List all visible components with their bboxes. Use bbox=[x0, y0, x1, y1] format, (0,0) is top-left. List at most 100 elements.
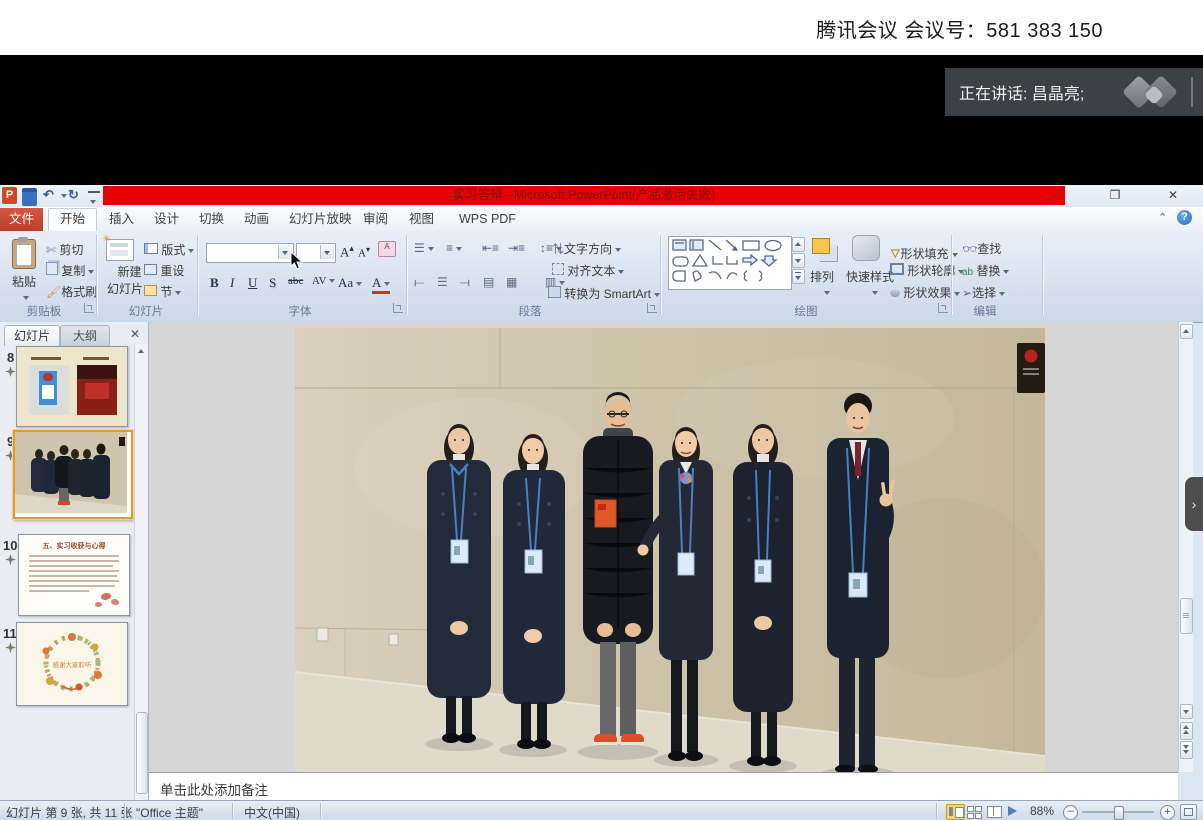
strikethrough-button[interactable]: abc bbox=[288, 275, 303, 287]
shape-effects-button[interactable]: 形状效果 bbox=[890, 284, 960, 301]
bold-button[interactable]: B bbox=[210, 275, 219, 291]
panel-scroll-up-icon[interactable] bbox=[138, 349, 144, 353]
increase-indent-button[interactable]: ⇥≡ bbox=[508, 241, 525, 255]
grow-font-button[interactable]: A▴ bbox=[340, 243, 354, 260]
panel-close-icon[interactable]: ✕ bbox=[130, 327, 140, 341]
shrink-font-button[interactable]: A▾ bbox=[358, 245, 370, 260]
shape-outline-button[interactable]: 形状轮廓 bbox=[890, 262, 964, 279]
find-button[interactable]: 👓︎查找 bbox=[962, 240, 1001, 257]
language-indicator[interactable]: 中文(中国) bbox=[244, 804, 300, 820]
meeting-panel-toggle[interactable]: › bbox=[1185, 477, 1203, 531]
maximize-button[interactable]: ❐ bbox=[1100, 187, 1130, 204]
animation-star-icon[interactable] bbox=[5, 554, 16, 565]
reading-view-button[interactable] bbox=[986, 804, 1003, 818]
tab-view[interactable]: 视图 bbox=[398, 208, 445, 231]
slide-canvas[interactable] bbox=[149, 322, 1178, 772]
shapes-more-button[interactable] bbox=[792, 269, 805, 284]
shapes-scroll-up[interactable] bbox=[792, 237, 805, 252]
minimize-button[interactable]: – bbox=[1040, 187, 1070, 204]
align-right-button[interactable]: ⟞ bbox=[460, 275, 470, 290]
undo-dropdown[interactable] bbox=[58, 187, 67, 204]
bullets-button[interactable]: ☰ bbox=[414, 241, 434, 255]
font-dialog-launcher[interactable] bbox=[393, 303, 403, 313]
quick-styles-button[interactable]: 快速样式 bbox=[846, 268, 894, 299]
normal-view-button[interactable] bbox=[946, 804, 965, 820]
fit-to-window-button[interactable] bbox=[1180, 804, 1197, 820]
redo-button[interactable]: ↻ bbox=[68, 187, 84, 204]
tab-insert[interactable]: 插入 bbox=[98, 208, 145, 231]
theme-name[interactable]: "Office 主题" bbox=[136, 804, 203, 820]
justify-button[interactable]: ▤ bbox=[483, 275, 494, 289]
text-direction-button[interactable]: ⇅文字方向 bbox=[552, 240, 621, 257]
panel-scrollbar[interactable] bbox=[134, 344, 148, 800]
decrease-indent-button[interactable]: ⇤≡ bbox=[482, 241, 499, 255]
tab-file[interactable]: 文件 bbox=[0, 208, 43, 231]
select-arrow-icon: ➢ bbox=[962, 286, 972, 300]
clipboard-dialog-launcher[interactable] bbox=[84, 303, 94, 313]
zoom-in-button[interactable]: + bbox=[1160, 805, 1175, 820]
tab-review[interactable]: 审阅 bbox=[352, 208, 399, 231]
numbering-button[interactable]: ≡ bbox=[446, 241, 462, 255]
zoom-slider-thumb[interactable] bbox=[1114, 806, 1124, 820]
char-spacing-button[interactable]: AV bbox=[312, 275, 335, 287]
distributed-button[interactable]: ▦ bbox=[506, 275, 517, 289]
close-button[interactable]: ✕ bbox=[1158, 187, 1188, 204]
slide-sorter-view-button[interactable] bbox=[966, 804, 983, 818]
select-button[interactable]: ➢选择 bbox=[962, 284, 1005, 301]
font-color-button[interactable]: A bbox=[372, 275, 390, 294]
panel-tab-outline[interactable]: 大纲 bbox=[60, 325, 110, 347]
format-painter-button[interactable]: 🖌︎格式刷 bbox=[46, 283, 97, 300]
italic-button[interactable]: I bbox=[230, 275, 234, 291]
slide-10-thumbnail[interactable]: 五、实习收获与心得 bbox=[18, 534, 130, 616]
animation-star-icon[interactable] bbox=[5, 366, 16, 377]
copy-button[interactable]: 复制 bbox=[46, 262, 94, 279]
font-name-combo[interactable] bbox=[206, 243, 294, 263]
section-button[interactable]: 节 bbox=[144, 283, 181, 300]
underline-button[interactable]: U bbox=[248, 275, 257, 291]
chevron-down-icon[interactable] bbox=[320, 245, 334, 259]
save-button[interactable] bbox=[22, 188, 37, 206]
notes-pane[interactable]: 单击此处添加备注 bbox=[149, 772, 1178, 801]
zoom-percentage[interactable]: 88% bbox=[1030, 804, 1054, 818]
panel-scroll-thumb[interactable] bbox=[136, 712, 148, 794]
shapes-gallery[interactable] bbox=[668, 236, 792, 290]
canvas-scrollbar[interactable] bbox=[1178, 322, 1193, 772]
replace-button[interactable]: ab 替换 bbox=[962, 262, 1009, 279]
next-slide-button[interactable] bbox=[1180, 741, 1193, 759]
clear-formatting-icon[interactable]: A bbox=[378, 241, 396, 257]
tab-transitions[interactable]: 切换 bbox=[188, 208, 235, 231]
paragraph-dialog-launcher[interactable] bbox=[647, 303, 657, 313]
reset-button[interactable]: 重设 bbox=[144, 262, 184, 279]
smartart-button[interactable]: 转换为 SmartArt bbox=[548, 285, 660, 302]
slideshow-view-button[interactable] bbox=[1006, 804, 1023, 818]
tab-animations[interactable]: 动画 bbox=[233, 208, 280, 231]
scroll-up-button[interactable] bbox=[1180, 324, 1193, 339]
zoom-slider-track[interactable] bbox=[1082, 811, 1154, 813]
cut-button[interactable]: ✄ 剪切 bbox=[46, 241, 83, 258]
zoom-out-button[interactable]: – bbox=[1063, 805, 1078, 820]
tab-wpspdf[interactable]: WPS PDF bbox=[448, 208, 527, 231]
panel-tab-slides[interactable]: 幻灯片 bbox=[4, 325, 60, 346]
collapse-ribbon-icon[interactable]: ⌃ bbox=[1158, 211, 1167, 224]
align-left-button[interactable]: ⟝ bbox=[414, 275, 424, 290]
scroll-thumb[interactable] bbox=[1180, 598, 1193, 634]
tab-slideshow[interactable]: 幻灯片放映 bbox=[278, 208, 363, 231]
slide-11-thumbnail[interactable]: 感谢大家聆听 bbox=[16, 622, 128, 706]
layout-button[interactable]: 版式 bbox=[144, 241, 194, 258]
help-icon[interactable]: ? bbox=[1177, 210, 1192, 225]
scroll-down-button[interactable] bbox=[1180, 704, 1193, 719]
tab-home[interactable]: 开始 bbox=[48, 208, 97, 232]
tab-design[interactable]: 设计 bbox=[143, 208, 190, 231]
paste-button[interactable]: 粘贴 bbox=[12, 273, 36, 290]
animation-star-icon[interactable] bbox=[5, 642, 16, 653]
slide-9-thumbnail[interactable] bbox=[13, 430, 133, 519]
previous-slide-button[interactable] bbox=[1180, 722, 1193, 740]
shadow-button[interactable]: S bbox=[269, 275, 276, 291]
align-center-button[interactable]: ☰ bbox=[437, 275, 448, 289]
shapes-scroll-down[interactable] bbox=[792, 253, 805, 268]
align-text-button[interactable]: 对齐文本 bbox=[552, 262, 624, 279]
slide-8-thumbnail[interactable] bbox=[16, 346, 128, 427]
change-case-button[interactable]: Aa bbox=[338, 275, 362, 291]
undo-button[interactable]: ↶ bbox=[43, 187, 59, 204]
arrange-button[interactable]: 排列 bbox=[810, 268, 834, 299]
